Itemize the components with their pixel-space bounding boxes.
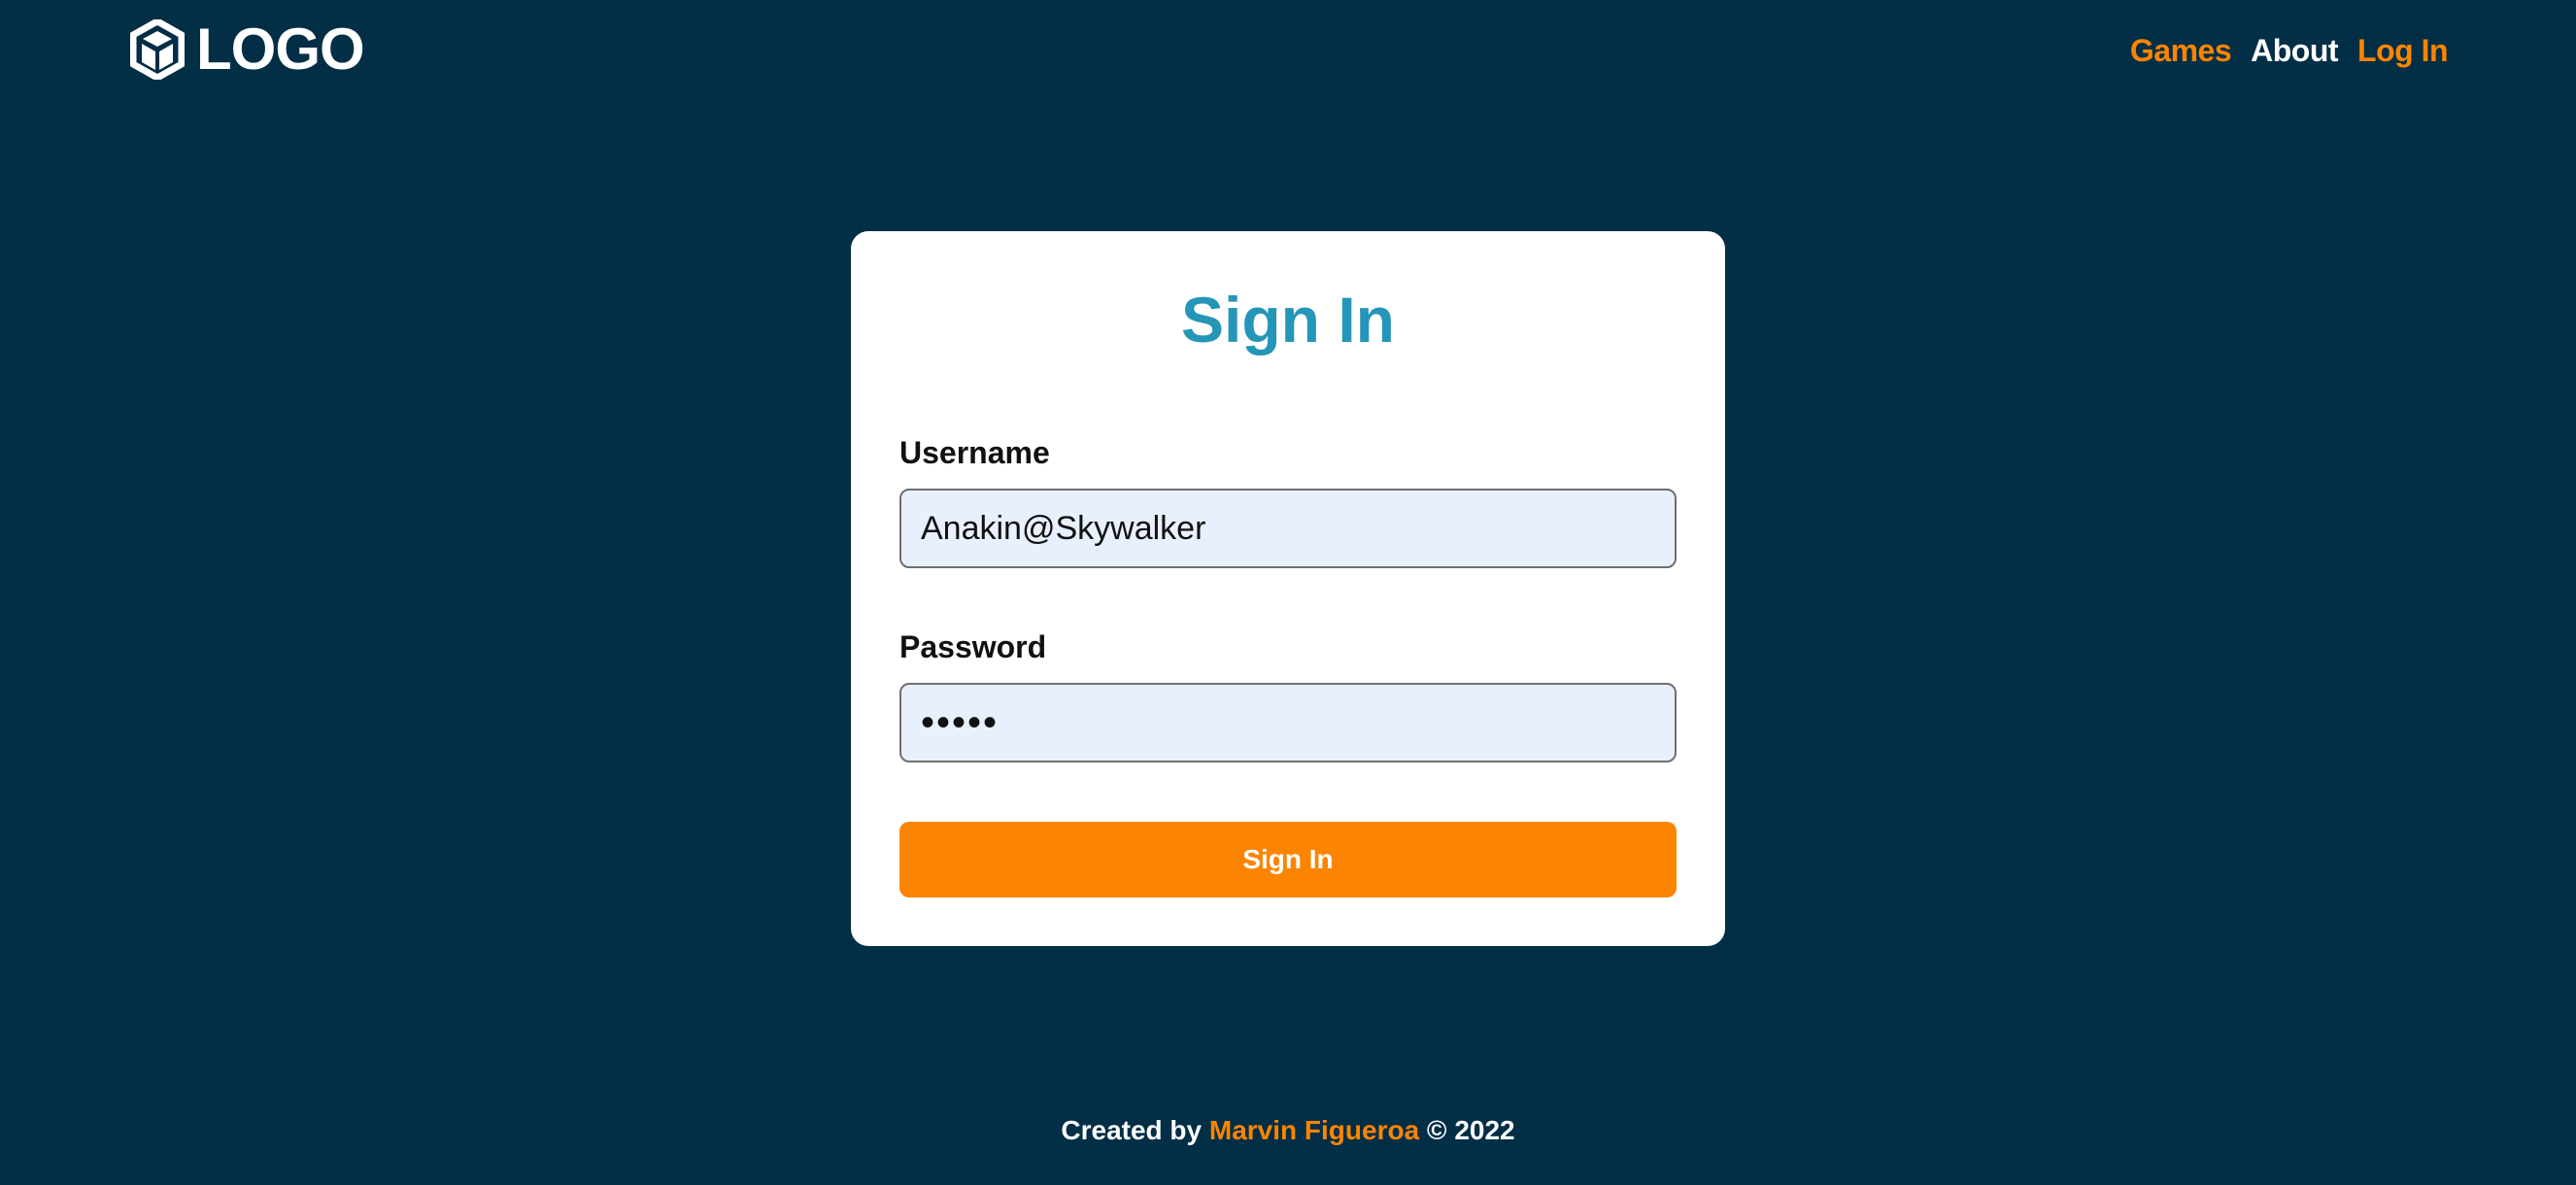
main-nav: Games About Log In (2130, 27, 2449, 74)
logo-text: LOGO (196, 17, 365, 82)
nav-link-about[interactable]: About (2251, 27, 2338, 74)
nav-link-games[interactable]: Games (2130, 27, 2232, 74)
password-label: Password (899, 629, 1047, 664)
nav-link-login[interactable]: Log In (2357, 27, 2448, 74)
logo-link[interactable]: LOGO (130, 17, 365, 82)
footer-created-by: Created by (1061, 1115, 1203, 1145)
footer-copyright: © 2022 (1426, 1115, 1515, 1145)
sign-in-button[interactable]: Sign In (899, 822, 1677, 897)
username-label: Username (899, 435, 1050, 470)
author-link[interactable]: Marvin Figueroa (1209, 1115, 1419, 1145)
site-header: LOGO Games About Log In (0, 0, 2576, 101)
sign-in-title: Sign In (1181, 284, 1395, 356)
username-input[interactable] (899, 489, 1677, 568)
password-input[interactable] (899, 683, 1677, 762)
site-footer: Created by Marvin Figueroa © 2022 (0, 1111, 2576, 1150)
hexagon-cube-icon (130, 19, 185, 80)
